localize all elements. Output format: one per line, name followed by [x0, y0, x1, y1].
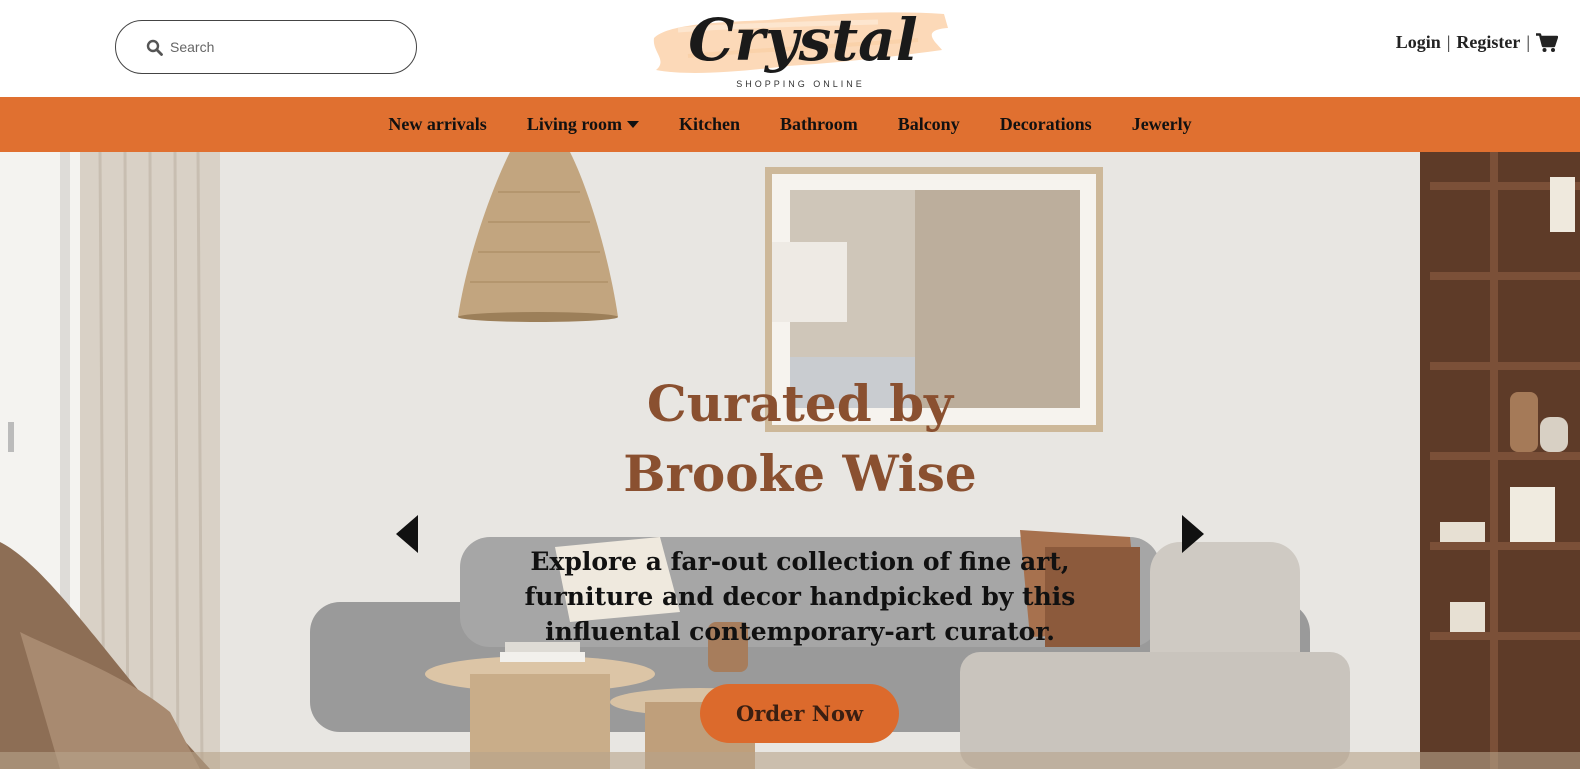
site-logo[interactable]: Crystal SHOPPING ONLINE: [648, 0, 953, 95]
search-icon[interactable]: [146, 38, 164, 56]
hero-subtitle: Explore a far-out collection of fine art…: [524, 547, 1076, 646]
nav-label: Kitchen: [679, 114, 741, 134]
order-now-button[interactable]: Order Now: [700, 684, 899, 743]
nav-item-bathroom[interactable]: Bathroom: [760, 114, 878, 135]
caret-left-icon[interactable]: [396, 515, 420, 553]
svg-text:Crystal: Crystal: [688, 6, 917, 74]
login-link[interactable]: Login: [1396, 32, 1441, 53]
caret-down-icon: [627, 120, 640, 129]
hero-banner: Curated by Brooke Wise Explore a far-out…: [0, 152, 1580, 769]
nav-item-jewerly[interactable]: Jewerly: [1112, 114, 1212, 135]
nav-label: Balcony: [897, 114, 960, 134]
nav-item-decorations[interactable]: Decorations: [980, 114, 1112, 135]
nav-label: Bathroom: [780, 114, 858, 134]
nav-item-kitchen[interactable]: Kitchen: [659, 114, 760, 135]
nav-item-living-room[interactable]: Living room: [507, 114, 659, 135]
register-link[interactable]: Register: [1456, 32, 1520, 53]
cart-icon[interactable]: [1536, 32, 1558, 53]
site-header: Crystal SHOPPING ONLINE Login | Register…: [0, 0, 1580, 97]
logo-tagline: SHOPPING ONLINE: [736, 79, 865, 89]
logo-wordmark: Crystal: [688, 6, 917, 74]
search-input[interactable]: [170, 39, 400, 55]
caret-right-icon[interactable]: [1180, 515, 1204, 553]
separator: |: [1526, 32, 1530, 52]
main-nav: New arrivals Living room Kitchen Bathroo…: [0, 97, 1580, 152]
hero-title: Curated by Brooke Wise: [623, 374, 977, 503]
nav-label: Living room: [526, 114, 623, 134]
nav-label: Jewerly: [1131, 114, 1192, 134]
separator: |: [1446, 32, 1451, 52]
nav-item-balcony[interactable]: Balcony: [878, 114, 980, 135]
search-box[interactable]: [115, 20, 417, 74]
nav-label: Decorations: [999, 114, 1092, 134]
nav-label: New arrivals: [388, 114, 487, 134]
account-links: Login | Register |: [1396, 32, 1558, 53]
nav-item-new-arrivals[interactable]: New arrivals: [368, 114, 506, 135]
